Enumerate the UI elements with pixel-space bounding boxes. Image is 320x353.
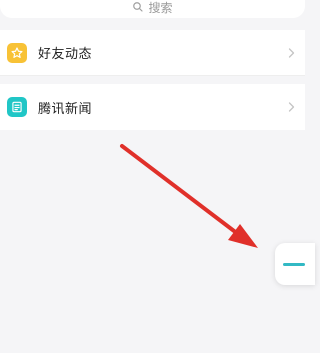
- news-icon: [7, 97, 27, 117]
- search-placeholder: 搜索: [148, 0, 173, 15]
- list-item-tencent-news[interactable]: 腾讯新闻: [0, 84, 305, 130]
- chevron-right-icon: [288, 102, 295, 112]
- search-area: 搜索: [0, 0, 305, 20]
- search-icon: [132, 1, 144, 13]
- list-item-label: 好友动态: [38, 47, 93, 62]
- search-box[interactable]: 搜索: [0, 0, 305, 18]
- chevron-right-icon: [288, 47, 295, 58]
- list-item-label: 腾讯新闻: [38, 101, 93, 117]
- star-badge-icon: [7, 42, 27, 63]
- handle-bar-icon: [283, 262, 305, 266]
- floating-side-handle[interactable]: [275, 243, 315, 285]
- search-inner: 搜索: [132, 0, 173, 16]
- list-item-friend-feed[interactable]: 好友动态: [0, 30, 305, 76]
